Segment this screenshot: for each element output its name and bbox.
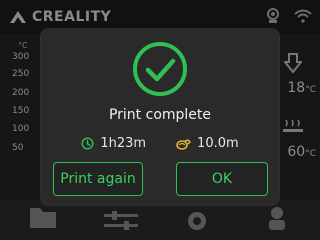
axis-tick: 150: [12, 106, 30, 116]
print-complete-dialog: Print complete 1h23m 10.0m Print again O…: [41, 29, 279, 205]
files-icon[interactable]: [28, 204, 58, 230]
print-stats: 1h23m 10.0m: [41, 136, 279, 151]
axis-tick: 50: [12, 143, 24, 153]
bed-temp-value: 60: [287, 144, 306, 160]
controls-icon[interactable]: [104, 210, 138, 234]
nozzle-icon: [284, 53, 302, 74]
nozzle-temp: 18°C: [287, 80, 316, 96]
filament-spool-icon: [176, 139, 191, 150]
print-again-button[interactable]: Print again: [53, 162, 143, 196]
axis-tick: 300: [12, 52, 30, 62]
assistant-robot-icon[interactable]: [262, 204, 292, 234]
nozzle-temp-value: 18: [287, 80, 306, 96]
axis-tick: 200: [12, 88, 30, 98]
chart-unit-label: °C: [18, 41, 28, 50]
creality-logo-icon: [10, 11, 26, 23]
wifi-icon[interactable]: [294, 9, 312, 23]
filament-used-stat: 10.0m: [176, 136, 239, 151]
camera-icon[interactable]: [266, 8, 280, 24]
clock-icon: [81, 137, 94, 150]
filament-used-value: 10.0m: [197, 136, 239, 151]
bed-temp: 60°C: [287, 144, 316, 160]
axis-tick: 100: [12, 124, 30, 134]
bed-temp-unit: °C: [305, 149, 316, 159]
print-duration-stat: 1h23m: [81, 136, 146, 151]
settings-gear-icon[interactable]: [182, 206, 212, 236]
bed-heat-icon: [283, 119, 303, 132]
brand-name: CREALITY: [32, 9, 112, 25]
axis-tick: 250: [12, 69, 30, 79]
nozzle-temp-unit: °C: [305, 85, 316, 95]
brand-logo: CREALITY: [8, 9, 111, 25]
dialog-title: Print complete: [108, 107, 212, 123]
ok-button[interactable]: OK: [176, 162, 268, 196]
success-check-icon: [133, 42, 187, 96]
print-duration-value: 1h23m: [100, 136, 147, 151]
